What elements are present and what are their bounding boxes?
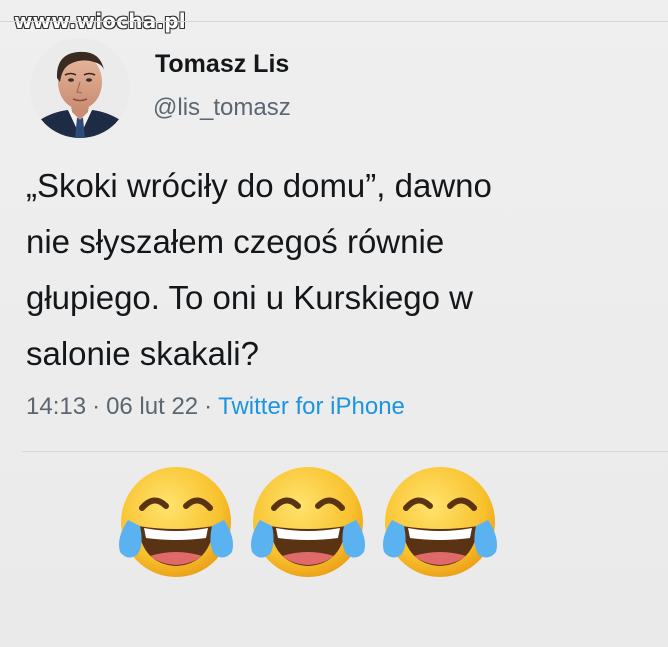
meta-separator: · [92, 393, 101, 420]
tweet-text-line: salonie skakali? [26, 335, 259, 372]
tweet-source-link[interactable]: Twitter for iPhone [218, 393, 405, 420]
tweet-text-line: głupiego. To oni u Kurskiego w [26, 279, 474, 316]
tweet-time[interactable]: 14:13 [26, 393, 86, 420]
laughing-crying-emoji-icon [383, 467, 497, 577]
tweet-meta: 14:13 · 06 lut 22 · Twitter for iPhone [26, 393, 405, 421]
tweet-screenshot: www.wiocha.pl Tomasz Lis @lis_tomasz „Sk… [0, 0, 668, 647]
top-divider [0, 21, 668, 22]
bottom-divider [22, 451, 668, 452]
tweet-text: „Skoki wróciły do domu”, dawno nie słysz… [26, 158, 656, 382]
tweet-text-line: „Skoki wróciły do domu”, dawno [26, 167, 492, 204]
author-display-name[interactable]: Tomasz Lis [155, 50, 289, 79]
meta-separator: · [204, 393, 213, 420]
laughing-crying-emoji-icon [119, 467, 233, 577]
tweet-text-line: nie słyszałem czegoś równie [26, 223, 445, 260]
tweet-date[interactable]: 06 lut 22 [106, 393, 198, 420]
avatar[interactable] [30, 38, 130, 138]
author-handle[interactable]: @lis_tomasz [153, 94, 291, 122]
laughing-crying-emoji-icon [251, 467, 365, 577]
